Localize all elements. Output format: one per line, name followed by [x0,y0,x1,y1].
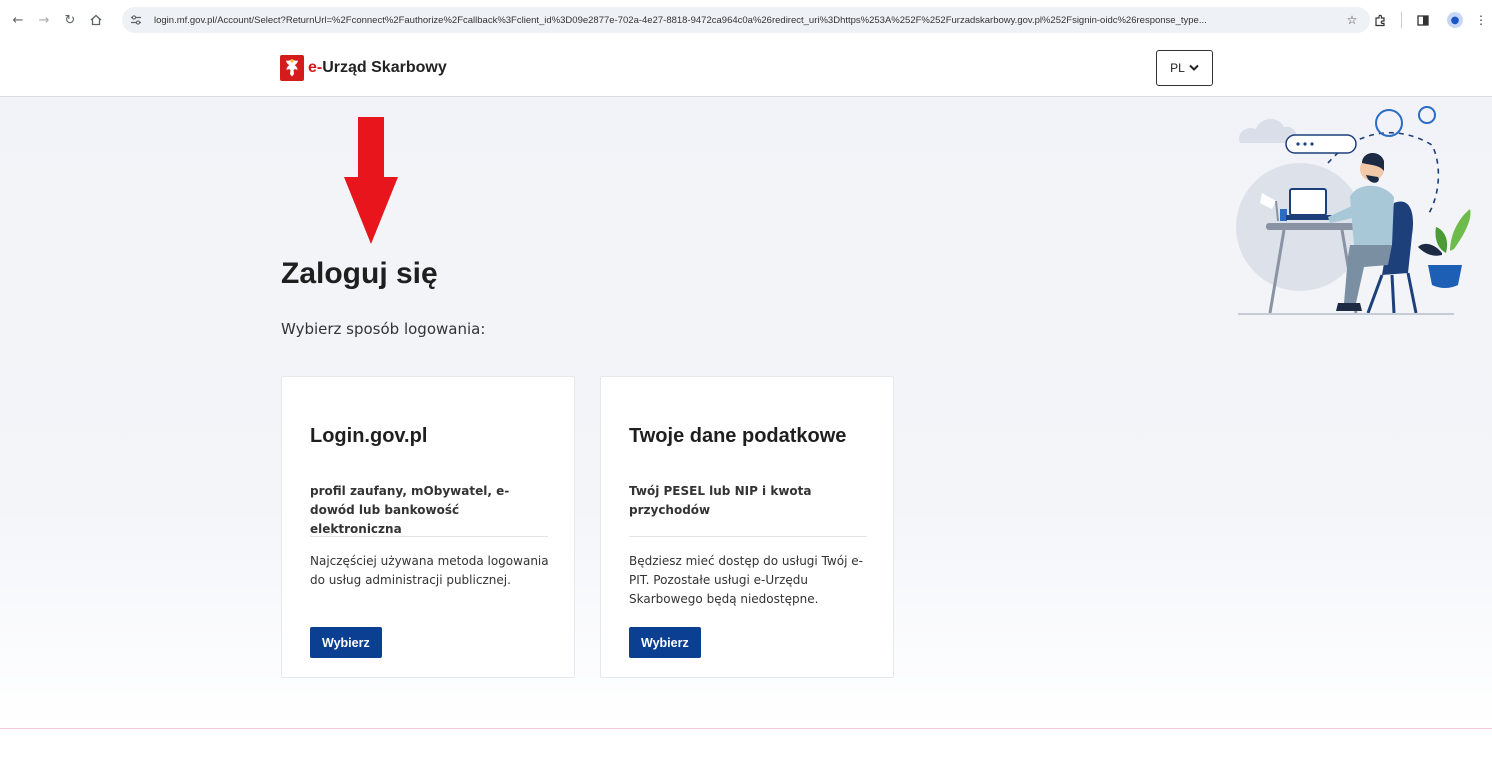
menu-icon[interactable]: ⋮ [1475,8,1487,32]
select-login-gov-button[interactable]: Wybierz [310,627,382,658]
url-text[interactable]: login.mf.gov.pl/Account/Select?ReturnUrl… [154,15,1342,26]
forward-icon[interactable]: → [32,8,56,32]
card-description: Będziesz mieć dostęp do usługi Twój e-PI… [629,554,863,606]
card-divider [310,536,548,537]
browser-nav-buttons: ← → ↻ [6,8,108,32]
red-arrow-down-icon [344,117,398,244]
bookmark-star-icon[interactable]: ☆ [1342,13,1362,27]
toolbar-divider [1401,12,1402,28]
browser-toolbar: ← → ↻ login.mf.gov.pl/Account/Select?Ret… [0,0,1492,40]
browser-actions: ● ⋮ [1369,8,1487,32]
avatar: ● [1447,12,1463,28]
card-divider [629,536,867,537]
extensions-icon[interactable] [1369,8,1391,32]
brand-logo-link[interactable]: e-Urząd Skarbowy [280,55,447,81]
chevron-down-icon [1189,63,1199,74]
language-value: PL [1170,61,1185,75]
footer [0,729,1492,775]
home-icon[interactable] [84,8,108,32]
profile-icon[interactable]: ● [1444,8,1466,32]
brand-name-text: Urząd Skarbowy [322,59,447,76]
brand-name: e-Urząd Skarbowy [308,59,447,77]
page-title: Zaloguj się [281,257,438,290]
language-select[interactable]: PL [1156,50,1213,86]
address-bar[interactable]: login.mf.gov.pl/Account/Select?ReturnUrl… [122,7,1370,33]
card-lead: Twój PESEL lub NIP i kwota przychodów [629,484,812,517]
reload-icon[interactable]: ↻ [58,8,82,32]
polish-eagle-emblem-icon [280,55,304,81]
side-panel-icon[interactable] [1412,8,1434,32]
site-settings-icon[interactable] [130,15,150,25]
brand-prefix: e- [308,59,323,76]
select-tax-data-button[interactable]: Wybierz [629,627,701,658]
card-title: Twoje dane podatkowe [629,425,847,447]
site-header: e-Urząd Skarbowy PL [0,40,1492,97]
main-content: Zaloguj się Wybierz sposób logowania: Lo… [0,97,1492,729]
login-option-card-tax-data: Twoje dane podatkowe Twój PESEL lub NIP … [600,376,894,678]
page-subtitle: Wybierz sposób logowania: [281,320,486,338]
back-icon[interactable]: ← [6,8,30,32]
login-option-card-login-gov: Login.gov.pl profil zaufany, mObywatel, … [281,376,575,678]
person-at-laptop-illustration [1236,106,1471,315]
card-lead: profil zaufany, mObywatel, e-dowód lub b… [310,484,510,536]
card-title: Login.gov.pl [310,425,428,447]
card-description: Najczęściej używana metoda logowania do … [310,554,549,587]
